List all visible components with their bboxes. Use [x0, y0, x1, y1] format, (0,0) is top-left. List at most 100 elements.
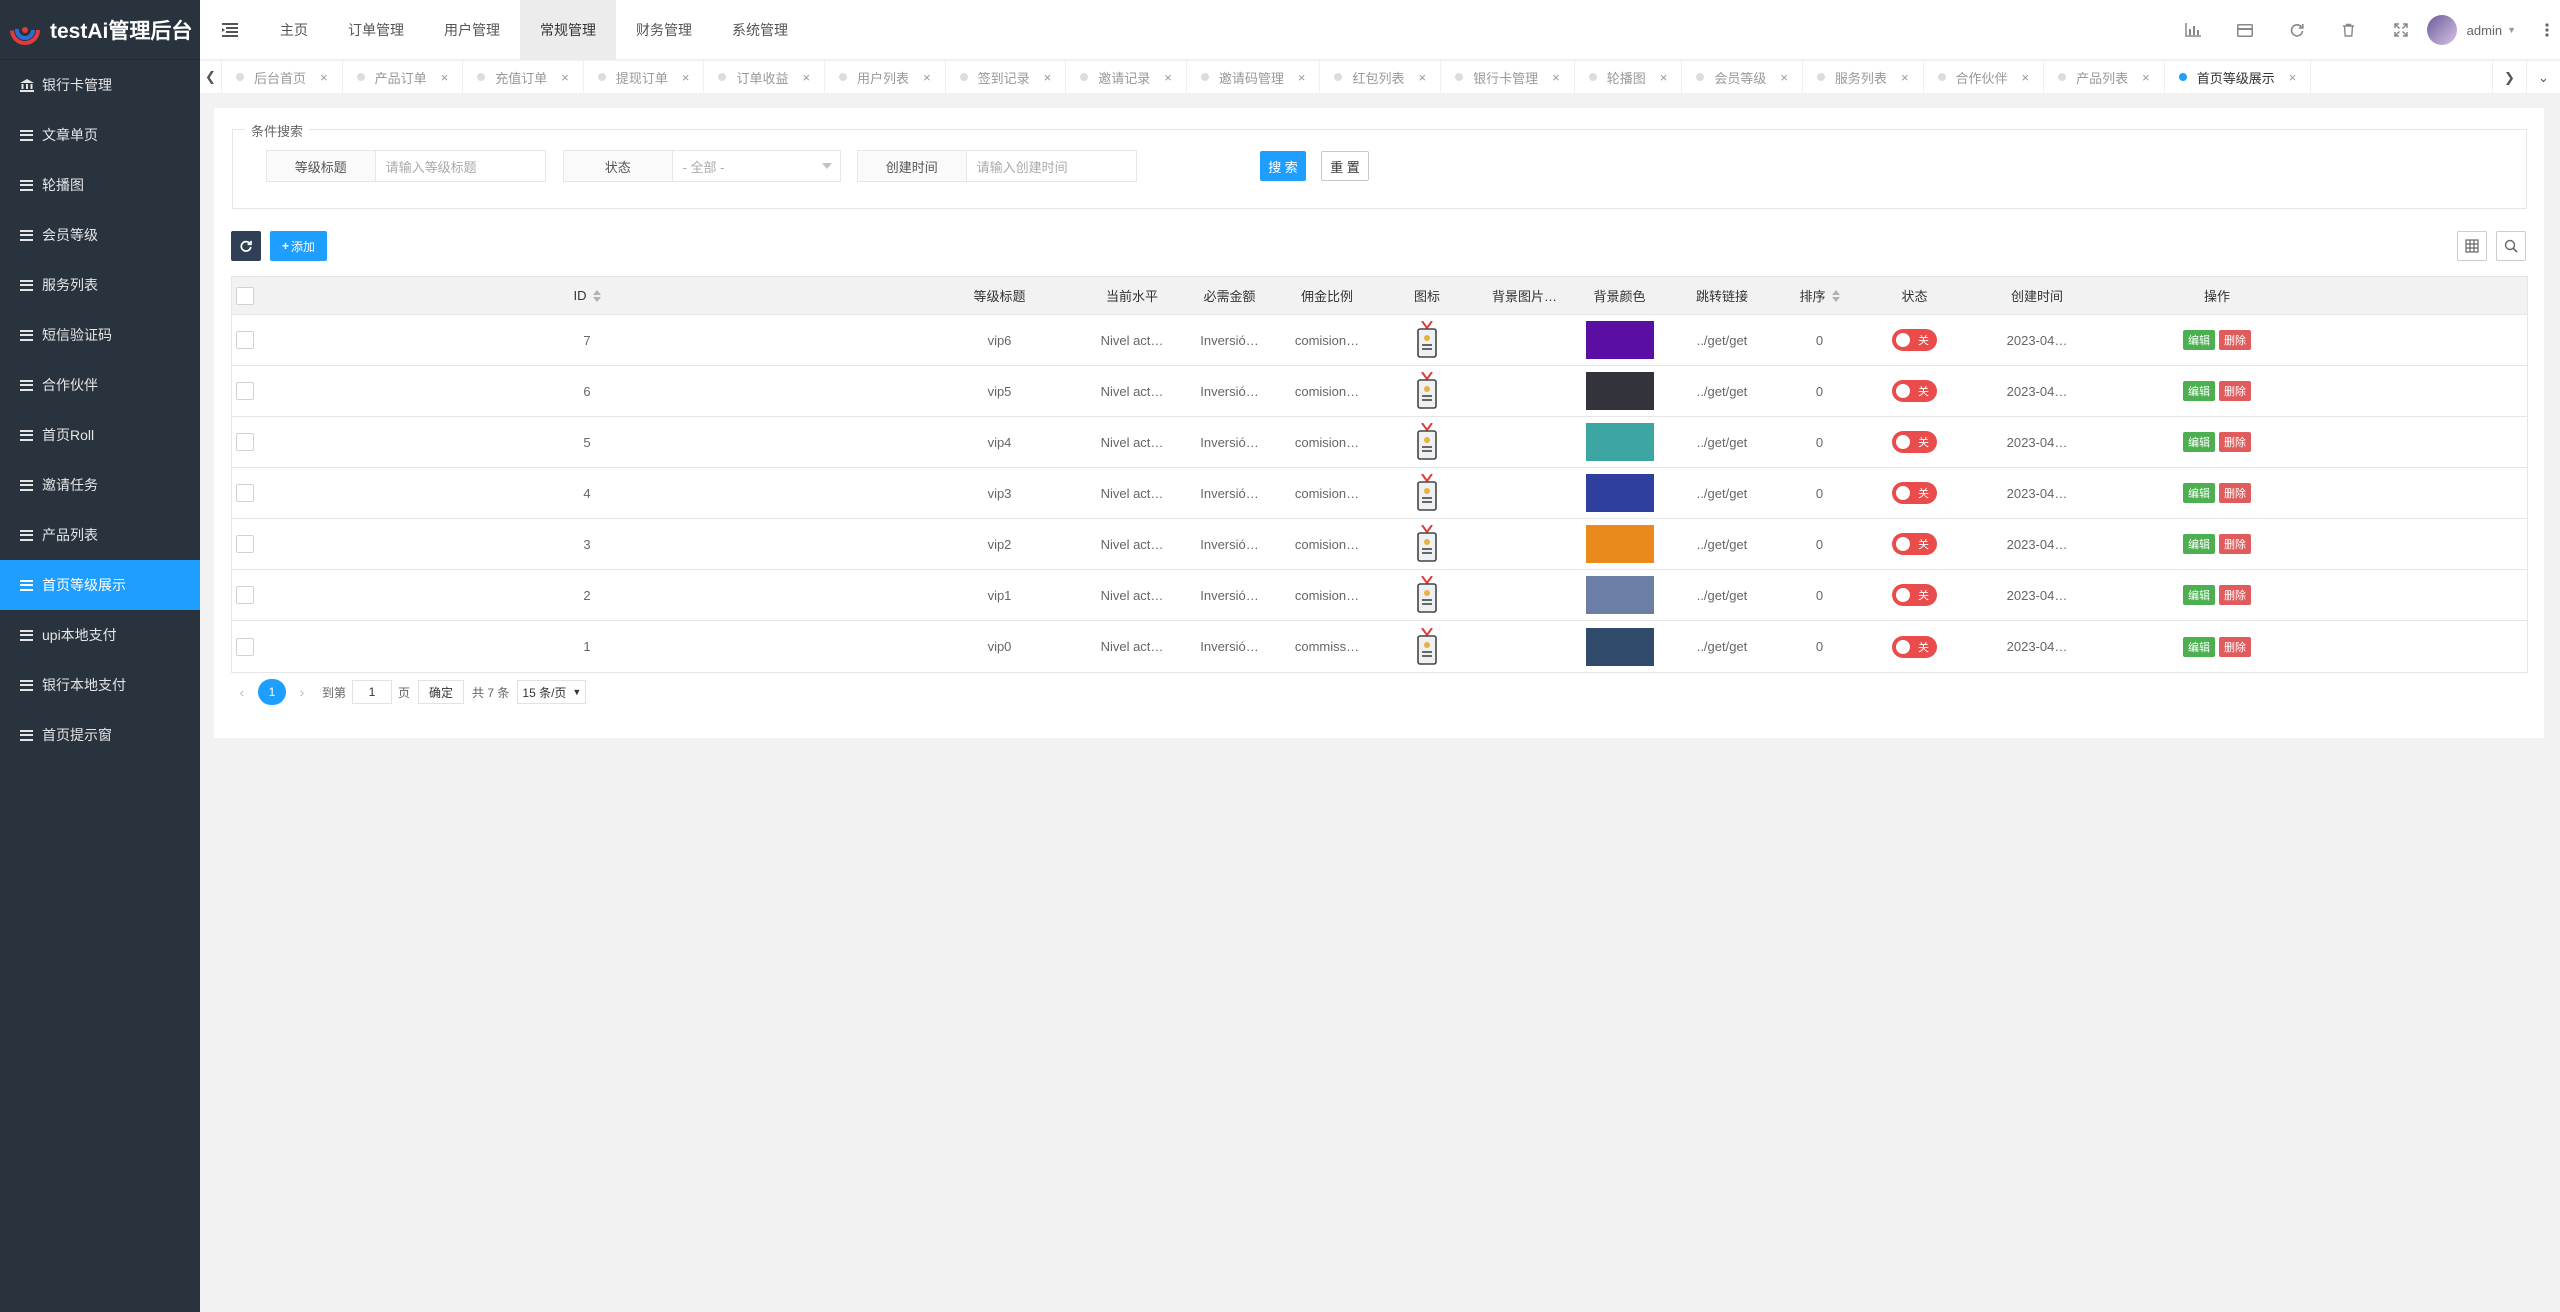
nav-item[interactable]: 系统管理	[712, 0, 808, 60]
select-all-checkbox[interactable]	[235, 286, 254, 305]
delete-button[interactable]: 删除	[2219, 636, 2251, 657]
user-menu[interactable]: admin ▼	[2467, 23, 2516, 38]
nav-item[interactable]: 财务管理	[616, 0, 712, 60]
tab[interactable]: 产品订单 ×	[343, 61, 464, 93]
close-icon[interactable]: ×	[1901, 70, 1909, 85]
status-toggle[interactable]: 关	[1892, 380, 1937, 402]
tabs-menu-chevron-icon[interactable]: ⌄	[2526, 61, 2560, 93]
sidebar-item[interactable]: 会员等级	[0, 210, 200, 260]
fullscreen-icon[interactable]	[2375, 0, 2427, 60]
close-icon[interactable]: ×	[802, 70, 810, 85]
table-search-button[interactable]	[2496, 231, 2526, 261]
row-checkbox[interactable]	[235, 535, 254, 553]
confirm-page-button[interactable]: 确定	[418, 680, 465, 704]
credit-card-icon[interactable]	[2219, 0, 2271, 60]
level-title-input[interactable]: 请输入等级标题	[375, 151, 545, 181]
sidebar-item[interactable]: 首页等级展示	[0, 560, 200, 610]
sort-icon[interactable]	[1831, 289, 1840, 302]
tab[interactable]: 红包列表 ×	[1320, 61, 1442, 93]
tab[interactable]: 银行卡管理 ×	[1441, 61, 1575, 93]
edit-button[interactable]: 编辑	[2183, 381, 2215, 401]
logo[interactable]: testAi管理后台	[0, 0, 200, 60]
tabs-next-icon[interactable]: ❯	[2492, 61, 2526, 93]
tab[interactable]: 轮播图 ×	[1575, 61, 1683, 93]
add-button[interactable]: + 添加	[270, 231, 327, 261]
more-icon[interactable]	[2534, 0, 2560, 60]
delete-button[interactable]: 删除	[2219, 381, 2251, 401]
chart-icon[interactable]	[2167, 0, 2219, 60]
avatar[interactable]	[2426, 15, 2457, 45]
edit-button[interactable]: 编辑	[2183, 585, 2215, 605]
tab[interactable]: 订单收益 ×	[704, 61, 826, 93]
tab[interactable]: 邀请码管理 ×	[1187, 61, 1321, 93]
close-icon[interactable]: ×	[2022, 70, 2030, 85]
tab[interactable]: 合作伙伴 ×	[1924, 61, 2045, 93]
edit-button[interactable]: 编辑	[2183, 483, 2215, 503]
sidebar-item[interactable]: 合作伙伴	[0, 360, 200, 410]
level-badge-icon[interactable]	[1416, 372, 1438, 410]
close-icon[interactable]: ×	[320, 70, 328, 85]
close-icon[interactable]: ×	[2142, 70, 2150, 85]
tab[interactable]: 签到记录 ×	[946, 61, 1067, 93]
row-checkbox[interactable]	[235, 637, 254, 656]
current-page[interactable]: 1	[258, 679, 286, 705]
sidebar-item[interactable]: 银行卡管理	[0, 60, 200, 110]
next-page-icon[interactable]: ›	[292, 684, 312, 700]
level-badge-icon[interactable]	[1416, 525, 1438, 563]
edit-button[interactable]: 编辑	[2183, 330, 2215, 350]
sidebar-item[interactable]: 银行本地支付	[0, 660, 200, 710]
created-time-input[interactable]: 请输入创建时间	[966, 151, 1136, 181]
sidebar-toggle-icon[interactable]	[200, 0, 260, 60]
sidebar-item[interactable]: 短信验证码	[0, 310, 200, 360]
status-toggle[interactable]: 关	[1892, 482, 1937, 504]
sidebar-item[interactable]: 首页提示窗	[0, 710, 200, 760]
tab[interactable]: 用户列表 ×	[825, 61, 946, 93]
edit-button[interactable]: 编辑	[2183, 534, 2215, 554]
sidebar-item[interactable]: upi本地支付	[0, 610, 200, 660]
tab[interactable]: 会员等级 ×	[1682, 61, 1803, 93]
delete-button[interactable]: 删除	[2219, 483, 2251, 503]
nav-item[interactable]: 订单管理	[328, 0, 424, 60]
close-icon[interactable]: ×	[1660, 70, 1668, 85]
sidebar-item[interactable]: 轮播图	[0, 160, 200, 210]
row-checkbox[interactable]	[235, 382, 254, 400]
page-input[interactable]: 1	[352, 680, 393, 704]
close-icon[interactable]: ×	[923, 70, 931, 85]
sidebar-item[interactable]: 产品列表	[0, 510, 200, 560]
tab[interactable]: 服务列表 ×	[1803, 61, 1924, 93]
tab[interactable]: 产品列表 ×	[2044, 61, 2165, 93]
status-toggle[interactable]: 关	[1892, 329, 1937, 351]
refresh-icon[interactable]	[2271, 0, 2323, 60]
tab[interactable]: 充值订单 ×	[463, 61, 584, 93]
trash-icon[interactable]	[2323, 0, 2375, 60]
search-button[interactable]: 搜 索	[1260, 151, 1306, 181]
status-toggle[interactable]: 关	[1892, 635, 1937, 658]
delete-button[interactable]: 删除	[2219, 432, 2251, 452]
tab[interactable]: 提现订单 ×	[584, 61, 705, 93]
close-icon[interactable]: ×	[682, 70, 690, 85]
page-size-select[interactable]: 15 条/页 ▼	[517, 680, 587, 704]
close-icon[interactable]: ×	[1164, 70, 1172, 85]
delete-button[interactable]: 删除	[2219, 534, 2251, 554]
prev-page-icon[interactable]: ‹	[232, 684, 252, 700]
level-badge-icon[interactable]	[1416, 474, 1438, 512]
row-checkbox[interactable]	[235, 586, 254, 604]
level-badge-icon[interactable]	[1416, 627, 1438, 666]
nav-item[interactable]: 常规管理	[520, 0, 616, 60]
sidebar-item[interactable]: 服务列表	[0, 260, 200, 310]
nav-item[interactable]: 主页	[260, 0, 328, 60]
refresh-button[interactable]	[231, 231, 261, 261]
close-icon[interactable]: ×	[1780, 70, 1788, 85]
status-toggle[interactable]: 关	[1892, 533, 1937, 555]
nav-item[interactable]: 用户管理	[424, 0, 520, 60]
close-icon[interactable]: ×	[1552, 70, 1560, 85]
sidebar-item[interactable]: 文章单页	[0, 110, 200, 160]
edit-button[interactable]: 编辑	[2183, 636, 2215, 657]
status-toggle[interactable]: 关	[1892, 431, 1937, 453]
sort-icon[interactable]	[592, 289, 601, 302]
row-checkbox[interactable]	[235, 433, 254, 451]
level-badge-icon[interactable]	[1416, 423, 1438, 461]
status-toggle[interactable]: 关	[1892, 584, 1937, 606]
row-checkbox[interactable]	[235, 331, 254, 349]
level-badge-icon[interactable]	[1416, 576, 1438, 614]
